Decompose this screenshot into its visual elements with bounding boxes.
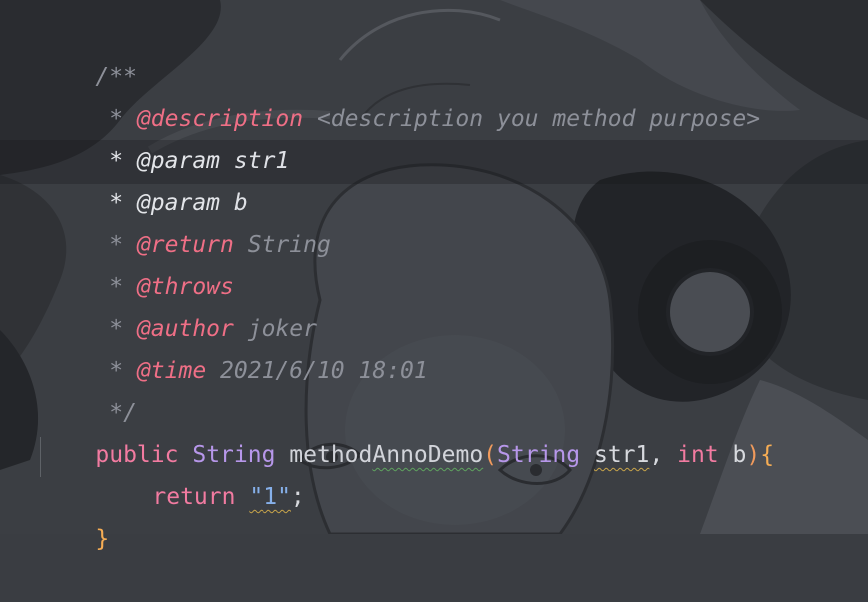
code-line-7: * @author joker: [40, 266, 317, 342]
code-line-2: * @description <description you method p…: [40, 56, 760, 132]
close-paren: ): [746, 442, 761, 468]
keyword-return: return: [152, 484, 236, 510]
code-editor[interactable]: /** * @description <description you meth…: [0, 0, 868, 552]
param-type-string: String: [497, 442, 581, 468]
string-literal[interactable]: "1": [249, 484, 291, 510]
code-line-11: return "1";: [97, 434, 304, 510]
indent-guide: [40, 437, 41, 477]
param-str1[interactable]: str1: [594, 442, 649, 468]
code-line-4: * @param b: [40, 140, 248, 216]
javadoc-text: 2021/6/10 18:01: [206, 358, 428, 384]
keyword-int: int: [677, 442, 719, 468]
semicolon: ;: [290, 484, 305, 510]
code-line-9: */: [40, 350, 137, 426]
code-line-1: /**: [40, 14, 137, 90]
javadoc-text: String: [233, 232, 331, 258]
comma: ,: [649, 442, 664, 468]
close-brace: }: [95, 526, 110, 552]
code-line-5: * @return String: [40, 182, 331, 258]
javadoc-tag-time: @time: [136, 358, 207, 384]
open-paren: (: [483, 442, 498, 468]
code-line-8: * @time 2021/6/10 18:01: [40, 308, 428, 384]
javadoc-text: <description you method purpose>: [303, 106, 761, 132]
open-brace: {: [760, 442, 775, 468]
code-line-10: public String methodAnnoDemo(String str1…: [40, 392, 774, 468]
code-line-3: * @param str1: [40, 98, 289, 174]
code-line-6: * @throws: [40, 224, 234, 300]
string-quote-open: ": [249, 484, 264, 510]
code-line-12: }: [40, 476, 109, 552]
param-b: b: [732, 442, 747, 468]
method-name-part2[interactable]: AnnoDemo: [372, 442, 483, 468]
string-quote-close: ": [277, 484, 291, 510]
string-value: 1: [263, 484, 278, 510]
